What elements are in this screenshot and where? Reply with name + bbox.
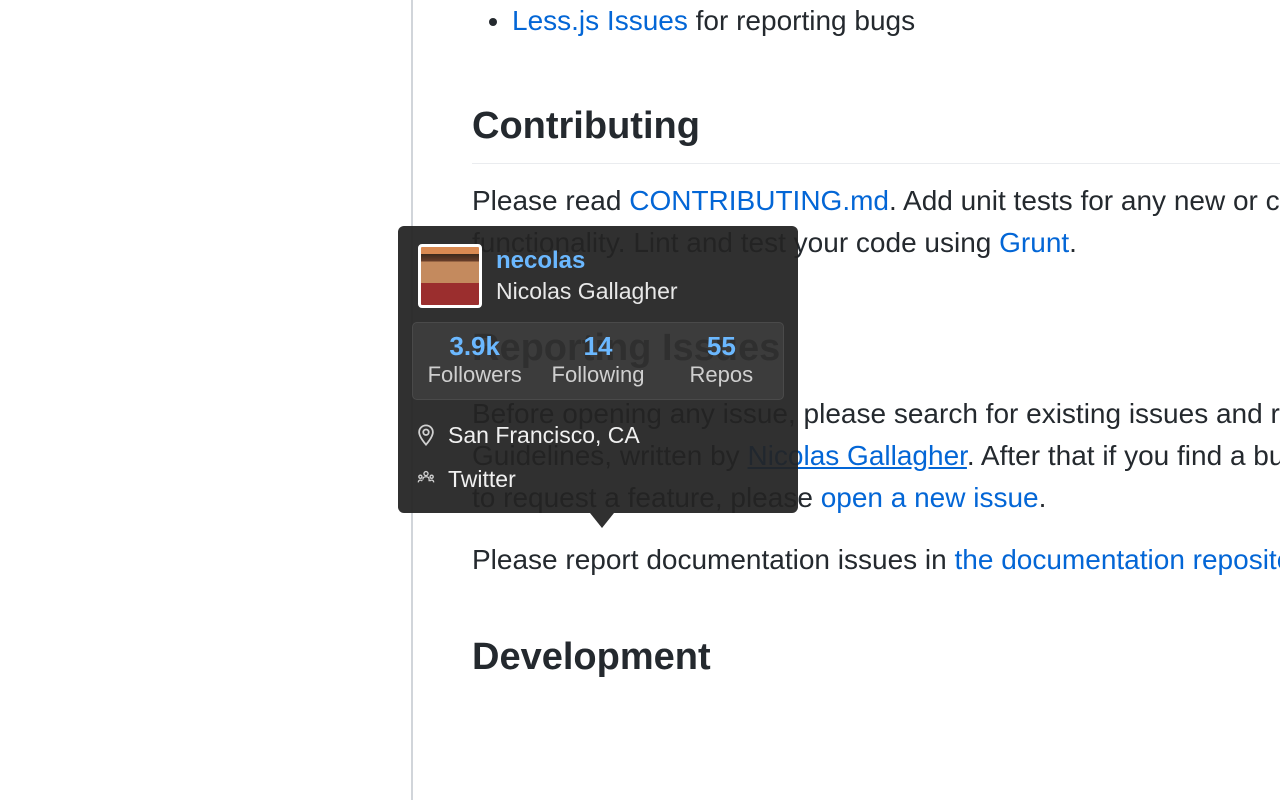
stat-label: Repos	[664, 362, 779, 388]
user-hovercard[interactable]: necolas Nicolas Gallagher 3.9k Followers…	[398, 226, 798, 513]
hovercard-company: Twitter	[412, 460, 784, 499]
contributing-md-link[interactable]: CONTRIBUTING.md	[629, 185, 889, 216]
stat-label: Followers	[417, 362, 532, 388]
text: Please read	[472, 185, 629, 216]
text: .	[1039, 482, 1047, 513]
list-item: Less.js Issues for reporting bugs	[512, 0, 1280, 42]
stat-value: 55	[664, 331, 779, 362]
text: .	[1069, 227, 1077, 258]
location-text: San Francisco, CA	[448, 418, 640, 453]
bullet-list: Less.js Issues for reporting bugs	[472, 0, 1280, 42]
hovercard-fullname: Nicolas Gallagher	[496, 278, 678, 306]
heading-contributing: Contributing	[472, 98, 1280, 164]
stat-label: Following	[540, 362, 655, 388]
para-documentation: Please report documentation issues in th…	[472, 539, 1280, 581]
avatar[interactable]	[418, 244, 482, 308]
new-issue-link[interactable]: open a new issue	[821, 482, 1039, 513]
stat-value: 3.9k	[417, 331, 532, 362]
stat-followers[interactable]: 3.9k Followers	[413, 323, 536, 399]
stat-repos[interactable]: 55 Repos	[660, 323, 783, 399]
list-item-text: for reporting bugs	[688, 5, 915, 36]
documentation-repo-link[interactable]: the documentation repository	[955, 544, 1280, 575]
hovercard-stats: 3.9k Followers 14 Following 55 Repos	[412, 322, 784, 400]
organization-icon	[416, 467, 436, 491]
heading-development: Development	[472, 629, 1280, 686]
company-text: Twitter	[448, 462, 516, 497]
hovercard-header: necolas Nicolas Gallagher	[412, 244, 784, 308]
hovercard-names: necolas Nicolas Gallagher	[496, 247, 678, 305]
text: Please report documentation issues in	[472, 544, 955, 575]
hovercard-location: San Francisco, CA	[412, 416, 784, 455]
stat-value: 14	[540, 331, 655, 362]
location-icon	[416, 423, 436, 447]
grunt-link[interactable]: Grunt	[999, 227, 1069, 258]
lessjs-issues-link[interactable]: Less.js Issues	[512, 5, 688, 36]
hovercard-username[interactable]: necolas	[496, 247, 678, 276]
stat-following[interactable]: 14 Following	[536, 323, 659, 399]
